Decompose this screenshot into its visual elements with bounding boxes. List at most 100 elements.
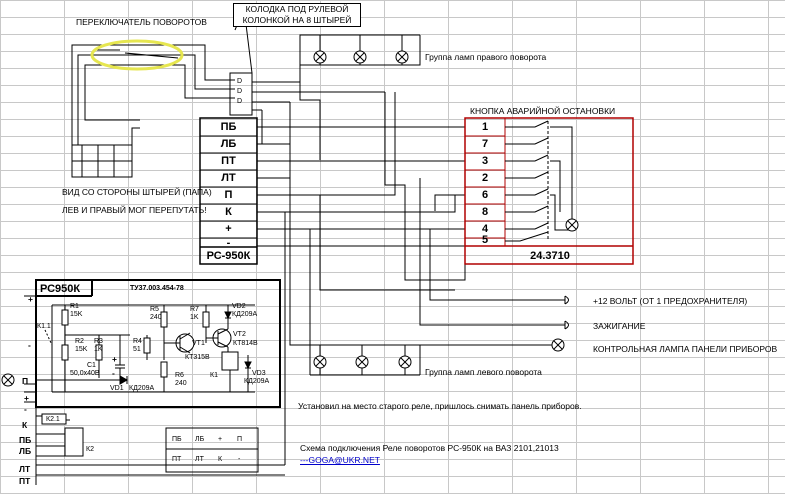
r5-value: 240 xyxy=(150,314,162,321)
term-pt: ПТ xyxy=(19,476,31,486)
term-lt: ЛТ xyxy=(19,464,31,474)
plus12-terminal xyxy=(564,295,569,305)
connector-callout-line1: КОЛОДКА ПОД РУЛЕВОЙ xyxy=(245,4,349,14)
hazard-part-number: 24.3710 xyxy=(530,250,570,262)
relay-pin-lb: ЛБ xyxy=(220,138,237,150)
k11-label: К1.1 xyxy=(37,323,51,330)
pin-view-note: ВИД СО СТОРОНЫ ШТЫРЕЙ (ПАПА) xyxy=(62,187,212,197)
turn-switch-outline xyxy=(71,44,235,108)
vt1-name: VT1 xyxy=(192,340,205,347)
panel-lamp xyxy=(551,338,565,352)
hazard-pin-8: 8 xyxy=(481,206,489,218)
r6-name: R6 xyxy=(175,372,184,379)
k1-label: К1 xyxy=(210,372,218,379)
r4-name: R4 xyxy=(133,338,142,345)
panel-lamp-label: КОНТРОЛЬНАЯ ЛАМПА ПАНЕЛИ ПРИБОРОВ xyxy=(593,344,778,354)
r7-name: R7 xyxy=(190,306,199,313)
replaced-note: Установил на место старого реле, пришлос… xyxy=(298,401,582,411)
mini-bottom-lt: ЛТ xyxy=(195,456,204,463)
r3-name: R3 xyxy=(94,338,103,345)
relay-pin-k: К xyxy=(225,206,232,218)
vd1-name: VD1 xyxy=(110,385,124,392)
caption: Схема подключения Реле поворотов РС-950К… xyxy=(300,443,559,453)
r4-value: 51 xyxy=(133,346,141,353)
hazard-pin-6: 6 xyxy=(481,189,489,201)
right-lamp-3 xyxy=(395,50,409,64)
relay-pin-pt: ПТ xyxy=(221,155,236,167)
ignition-label: ЗАЖИГАНИЕ xyxy=(593,321,646,331)
schematic-circuit xyxy=(36,304,255,393)
relay-pin-pb: ПБ xyxy=(220,121,237,133)
left-lamp-1 xyxy=(313,355,327,369)
mini-top-p: П xyxy=(237,436,243,443)
right-lamp-1 xyxy=(313,50,327,64)
mini-bottom-k: К xyxy=(218,456,223,463)
mark-minus-top: - xyxy=(28,340,31,350)
hazard-indicator-lamp xyxy=(565,218,579,232)
connector-callout-line2: КОЛОНКОЙ НА 8 ШТЫРЕЙ xyxy=(242,15,352,25)
left-lamp-2 xyxy=(355,355,369,369)
plus12-label: +12 ВОЛЬТ (ОТ 1 ПРЕДОХРАНИТЕЛЯ) xyxy=(593,296,748,306)
r6-value: 240 xyxy=(175,380,187,387)
left-lamps-label: Группа ламп левого поворота xyxy=(425,367,542,377)
panel-lamp-wire xyxy=(289,178,552,346)
connector-pin-1: D xyxy=(237,78,243,85)
hazard-pin-5: 5 xyxy=(481,234,489,246)
mark-plus-top: + xyxy=(28,294,33,304)
k21-label: К2.1 xyxy=(46,416,60,423)
hazard-pin-3: 3 xyxy=(481,155,489,167)
vt2-value: КТ814В xyxy=(233,340,258,347)
term-pb: ПБ xyxy=(19,435,32,445)
external-lamp xyxy=(1,373,15,387)
hazard-title: КНОПКА АВАРИЙНОЙ ОСТАНОВКИ xyxy=(470,106,616,116)
r7-value: 1K xyxy=(190,314,199,321)
term-plus: + xyxy=(24,393,29,403)
r1-name: R1 xyxy=(70,303,79,310)
hazard-pin-7: 7 xyxy=(481,138,489,150)
r2-value: 15K xyxy=(75,346,88,353)
switch-title: ПЕРЕКЛЮЧАТЕЛЬ ПОВОРОТОВ xyxy=(76,17,207,27)
r2-name: R2 xyxy=(75,338,84,345)
mark-plus-c1: + xyxy=(112,354,117,364)
right-lamp-2 xyxy=(353,50,367,64)
mini-bottom-pt: ПТ xyxy=(172,456,182,463)
schematic-title: РС950К xyxy=(40,283,81,295)
relay-name: РС-950К xyxy=(206,250,251,262)
r5-name: R5 xyxy=(150,306,159,313)
mini-bottom-minus: - xyxy=(238,456,241,463)
vd2-name: VD2 xyxy=(232,303,246,310)
mini-top-lb: ЛБ xyxy=(195,436,205,443)
hazard-pin-2: 2 xyxy=(481,172,489,184)
swap-note: ЛЕВ И ПРАВЫЙ МОГ ПЕРЕПУТАТЬ! xyxy=(62,205,207,215)
k2-label: К2 xyxy=(86,446,94,453)
left-lamp-3 xyxy=(398,355,412,369)
term-minus: - xyxy=(24,404,27,414)
schematic-spec: ТУ37.003.454-78 xyxy=(130,285,184,292)
mini-top-pb: ПБ xyxy=(172,436,182,443)
c1-name: C1 xyxy=(87,362,96,369)
wiring-diagram xyxy=(1,6,634,485)
connector-callout: КОЛОДКА ПОД РУЛЕВОЙ КОЛОНКОЙ НА 8 ШТЫРЕЙ xyxy=(233,3,361,27)
r1-value: 15K xyxy=(70,311,83,318)
ignition-terminal xyxy=(564,320,569,330)
right-lamps-label: Группа ламп правого поворота xyxy=(425,52,547,62)
vd3-value: КД209А xyxy=(244,378,270,385)
mark-minus-c1: - xyxy=(112,368,115,378)
term-k: К xyxy=(22,420,28,430)
author-link[interactable]: ---GOGA@UKR.NET xyxy=(300,455,380,465)
vd2-value: КД209А xyxy=(232,311,258,318)
hazard-pin-1: 1 xyxy=(481,121,489,133)
connector-pin-3: D xyxy=(237,98,243,105)
term-p: П xyxy=(22,376,29,386)
vt2-name: VT2 xyxy=(233,331,246,338)
mini-top-plus: + xyxy=(218,436,223,443)
vd3-name: VD3 xyxy=(252,370,266,377)
term-lb: ЛБ xyxy=(19,446,32,456)
vd1-value: КД209А xyxy=(129,385,155,392)
connector-pin-2: D xyxy=(237,88,243,95)
switch-connector-body xyxy=(71,95,140,178)
r3-value: 1K xyxy=(94,346,103,353)
c1-value: 50,0х40В xyxy=(70,370,100,377)
vt1-value: КТ315В xyxy=(185,354,210,361)
relay-pin-lt: ЛТ xyxy=(221,172,236,184)
